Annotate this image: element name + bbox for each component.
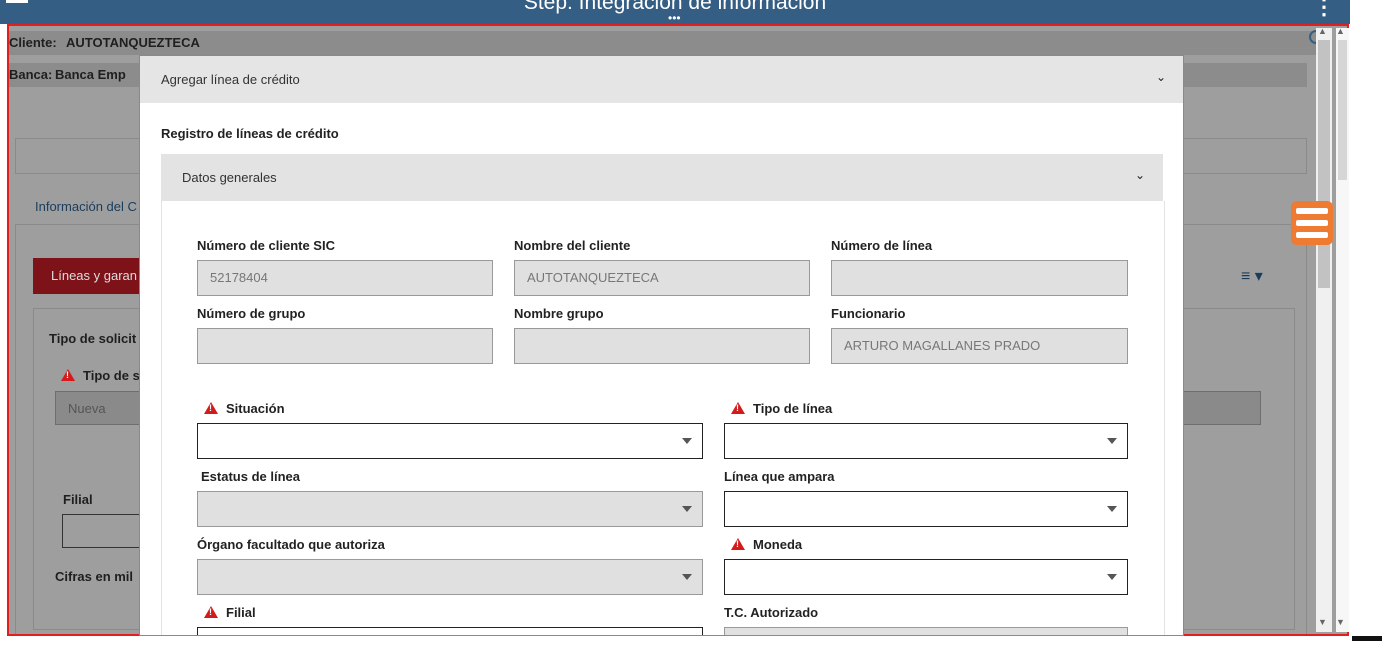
tipo-s-text: Tipo de s	[83, 368, 140, 383]
floating-menu-icon[interactable]	[1291, 201, 1333, 245]
caret-down-icon	[682, 506, 692, 512]
lineas-garantias-tab[interactable]: Líneas y garan	[33, 258, 143, 294]
client-value: AUTOTANQUEZTECA	[66, 35, 200, 50]
situacion-select[interactable]	[197, 423, 703, 459]
warning-icon	[731, 538, 745, 550]
banca-label: Banca:	[9, 67, 53, 82]
filial-label: Filial	[204, 605, 256, 620]
nombre-grupo-label: Nombre grupo	[514, 306, 604, 321]
moneda-label: Moneda	[731, 537, 802, 552]
numero-linea-field[interactable]	[831, 260, 1128, 296]
section-title: Datos generales	[182, 170, 277, 185]
nombre-cliente-field[interactable]: AUTOTANQUEZTECA	[514, 260, 810, 296]
funcionario-field[interactable]: ARTURO MAGALLANES PRADO	[831, 328, 1128, 364]
warning-icon	[731, 402, 745, 414]
datos-generales-body: Número de cliente SIC 52178404 Nombre de…	[161, 201, 1165, 635]
warning-icon	[204, 606, 218, 618]
bottom-strip	[0, 636, 1382, 661]
more-dots-icon[interactable]: •••	[668, 11, 681, 25]
cifras-label: Cifras en mil	[55, 569, 134, 584]
tab-informacion[interactable]: Información del C	[35, 199, 137, 214]
modal-title: Agregar línea de crédito	[161, 72, 300, 87]
outer-scrollbar-thumb[interactable]	[1338, 40, 1347, 180]
nombre-grupo-field[interactable]	[514, 328, 810, 364]
linea-ampara-select[interactable]	[724, 491, 1128, 527]
client-info-row: Cliente: AUTOTANQUEZTECA	[9, 31, 1319, 55]
filial-label-text: Filial	[226, 605, 256, 620]
organo-select[interactable]	[197, 559, 703, 595]
tipo-linea-label-text: Tipo de línea	[753, 401, 833, 416]
caret-down-icon	[1107, 438, 1117, 444]
filial-label-bg: Filial	[63, 492, 93, 507]
numero-grupo-label: Número de grupo	[197, 306, 306, 321]
chevron-down-icon[interactable]: ⌄	[1135, 168, 1145, 182]
situacion-label-text: Situación	[226, 401, 285, 416]
caret-down-icon	[682, 574, 692, 580]
client-label: Cliente:	[9, 35, 57, 50]
list-menu-icon[interactable]: ≡ ▾	[1241, 266, 1263, 286]
chevron-down-icon[interactable]: ⌄	[1156, 70, 1166, 84]
tipo-s-label: Tipo de s	[61, 368, 140, 383]
datos-generales-header[interactable]: Datos generales ⌄	[161, 154, 1163, 201]
tc-autorizado-label: T.C. Autorizado	[724, 605, 819, 620]
outer-scroll-up-arrow-icon[interactable]: ▲	[1336, 26, 1345, 36]
organo-label: Órgano facultado que autoriza	[197, 537, 385, 552]
linea-ampara-label: Línea que ampara	[724, 469, 835, 484]
modal-header[interactable]: Agregar línea de crédito ⌄	[140, 56, 1183, 103]
funcionario-label: Funcionario	[831, 306, 906, 321]
bottom-strip-edge	[1352, 636, 1382, 641]
tc-autorizado-field[interactable]	[724, 627, 1128, 635]
kebab-menu-icon[interactable]: ⋮	[1313, 0, 1335, 20]
numero-linea-label: Número de línea	[831, 238, 933, 253]
banca-value: Banca Emp	[55, 67, 126, 82]
situacion-label: Situación	[204, 401, 285, 416]
agregar-linea-modal: Agregar línea de crédito ⌄ Registro de l…	[139, 55, 1184, 636]
estatus-linea-select[interactable]	[197, 491, 703, 527]
scroll-up-arrow-icon[interactable]: ▲	[1318, 26, 1327, 36]
filial-select[interactable]	[197, 627, 703, 635]
warning-icon	[61, 369, 75, 381]
caret-down-icon	[1107, 574, 1117, 580]
caret-down-icon	[1107, 506, 1117, 512]
estatus-linea-label: Estatus de línea	[201, 469, 300, 484]
tipo-solicitud-label: Tipo de solicit	[49, 331, 137, 346]
registro-title: Registro de líneas de crédito	[161, 126, 339, 141]
moneda-label-text: Moneda	[753, 537, 803, 552]
caret-down-icon	[682, 438, 692, 444]
outer-scroll-down-arrow-icon[interactable]: ▼	[1336, 617, 1345, 627]
numero-grupo-field[interactable]	[197, 328, 493, 364]
numero-cliente-label: Número de cliente SIC	[197, 238, 335, 253]
warning-icon	[204, 402, 218, 414]
tipo-linea-label: Tipo de línea	[731, 401, 832, 416]
moneda-select[interactable]	[724, 559, 1128, 595]
scrollbar-thumb[interactable]	[1318, 40, 1330, 288]
numero-cliente-field[interactable]: 52178404	[197, 260, 493, 296]
scroll-down-arrow-icon[interactable]: ▼	[1318, 617, 1327, 627]
nombre-cliente-label: Nombre del cliente	[514, 238, 631, 253]
tipo-linea-select[interactable]	[724, 423, 1128, 459]
